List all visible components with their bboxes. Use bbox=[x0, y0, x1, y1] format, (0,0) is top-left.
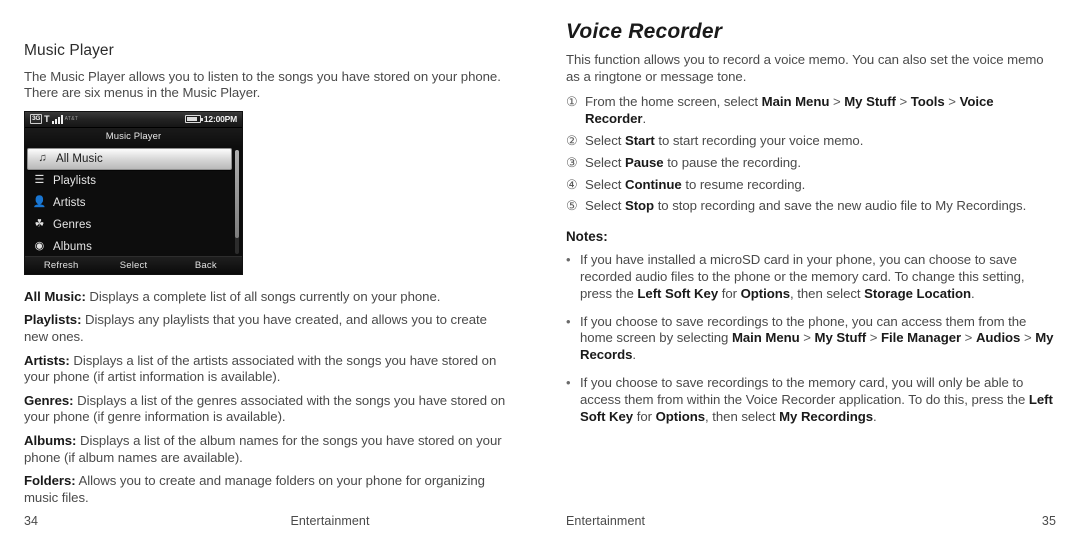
left-page-chapter-label: Entertainment bbox=[290, 514, 370, 528]
phone-menu-item-label: Artists bbox=[53, 196, 86, 209]
step-number: ① bbox=[566, 94, 578, 110]
music-note-icon: ♫ bbox=[38, 152, 47, 165]
phone-menu-item-label: Playlists bbox=[53, 174, 97, 187]
phone-menu-list: ♫ All Music ☰ Playlists 👤 Artists ☘ Genr… bbox=[25, 146, 242, 258]
definition-text: Allows you to create and manage folders … bbox=[24, 473, 485, 505]
notes-heading: Notes: bbox=[566, 229, 608, 245]
step-item: ① From the home screen, select Main Menu… bbox=[566, 94, 1058, 128]
definition-item: Playlists: Displays any playlists that y… bbox=[24, 312, 506, 345]
step-number: ② bbox=[566, 132, 578, 148]
softkey-center[interactable]: Select bbox=[97, 260, 169, 271]
phone-menu-item-all-music[interactable]: ♫ All Music bbox=[27, 147, 232, 170]
phone-scrollbar[interactable] bbox=[235, 149, 239, 254]
definition-text: Displays any playlists that you have cre… bbox=[24, 312, 487, 344]
definition-term: Playlists: bbox=[24, 312, 82, 328]
step-number: ④ bbox=[566, 176, 578, 192]
phone-menu-item-label: Albums bbox=[53, 240, 92, 253]
step-text: Select Stop to stop recording and save t… bbox=[585, 198, 1027, 214]
phone-status-right: 12:00PM bbox=[184, 113, 237, 124]
note-item: • If you choose to save recordings to th… bbox=[566, 375, 1058, 425]
genre-icon: ☘ bbox=[34, 218, 45, 231]
definition-term: All Music: bbox=[24, 288, 86, 304]
softkey-left[interactable]: Refresh bbox=[25, 260, 97, 271]
definition-text: Displays a list of the genres associated… bbox=[24, 392, 506, 425]
definition-item: Artists: Displays a list of the artists … bbox=[24, 353, 506, 386]
phone-menu-item-label: All Music bbox=[56, 152, 103, 165]
step-text: Select Pause to pause the recording. bbox=[585, 154, 801, 170]
definition-text: Displays a complete list of all songs cu… bbox=[85, 288, 441, 304]
definition-text: Displays a list of the artists associate… bbox=[24, 352, 497, 385]
phone-softkey-bar: Refresh Select Back bbox=[25, 255, 242, 274]
step-item: ④ Select Continue to resume recording. bbox=[566, 177, 1058, 194]
page-title: Music Player bbox=[24, 42, 114, 59]
signal-label: T bbox=[44, 113, 50, 124]
right-page-chapter-label: Entertainment bbox=[566, 514, 646, 528]
numbered-steps-list: ① From the home screen, select Main Menu… bbox=[566, 94, 1058, 215]
person-icon: 👤 bbox=[32, 196, 47, 209]
definition-term: Albums: bbox=[24, 432, 77, 448]
definition-list: All Music: Displays a complete list of a… bbox=[24, 289, 506, 507]
list-icon: ☰ bbox=[34, 174, 45, 187]
phone-menu-item-albums[interactable]: ◉ Albums bbox=[25, 236, 242, 258]
phone-menu-item-artists[interactable]: 👤 Artists bbox=[25, 192, 242, 214]
definition-item: All Music: Displays a complete list of a… bbox=[24, 289, 506, 306]
phone-signal-group: 3G T AT&T bbox=[30, 113, 79, 124]
bullet-icon: • bbox=[566, 374, 571, 390]
phone-menu-item-playlists[interactable]: ☰ Playlists bbox=[25, 170, 242, 192]
note-text: If you choose to save recordings to the … bbox=[580, 313, 1054, 363]
phone-status-bar: 3G T AT&T 12:00PM bbox=[25, 111, 242, 128]
disc-icon: ◉ bbox=[34, 240, 45, 253]
step-item: ③ Select Pause to pause the recording. bbox=[566, 155, 1058, 172]
step-number: ③ bbox=[566, 154, 578, 170]
step-text: Select Continue to resume recording. bbox=[585, 176, 806, 192]
notes-list: • If you have installed a microSD card i… bbox=[566, 252, 1058, 425]
left-page: Music Player The Music Player allows you… bbox=[0, 0, 540, 540]
bullet-icon: • bbox=[566, 252, 571, 268]
phone-menu-item-genres[interactable]: ☘ Genres bbox=[25, 214, 242, 236]
step-number: ⑤ bbox=[566, 198, 578, 214]
phone-menu-item-label: Genres bbox=[53, 218, 92, 231]
step-text: Select Start to start recording your voi… bbox=[585, 132, 864, 148]
note-text: If you choose to save recordings to the … bbox=[580, 374, 1053, 424]
status-clock: 12:00PM bbox=[203, 113, 237, 124]
definition-item: Folders: Allows you to create and manage… bbox=[24, 473, 506, 506]
bullet-icon: • bbox=[566, 313, 571, 329]
step-text: From the home screen, select Main Menu >… bbox=[585, 94, 994, 127]
phone-screenshot-figure: 3G T AT&T 12:00PM Music Player ♫ All Mus… bbox=[24, 110, 243, 275]
note-item: • If you choose to save recordings to th… bbox=[566, 314, 1058, 364]
definition-text: Displays a list of the album names for t… bbox=[24, 432, 502, 465]
intro-paragraph: This function allows you to record a voi… bbox=[566, 52, 1044, 84]
step-item: ② Select Start to start recording your v… bbox=[566, 133, 1058, 150]
definition-term: Artists: bbox=[24, 352, 70, 368]
network-badge-icon: 3G bbox=[30, 113, 43, 124]
right-page-number: 35 bbox=[1041, 514, 1056, 528]
battery-icon bbox=[184, 114, 203, 123]
chapter-title: Voice Recorder bbox=[566, 20, 723, 43]
carrier-label: AT&T bbox=[64, 115, 79, 122]
step-item: ⑤ Select Stop to stop recording and save… bbox=[566, 198, 1058, 215]
phone-screen-title: Music Player bbox=[25, 127, 242, 146]
note-text: If you have installed a microSD card in … bbox=[580, 252, 1025, 301]
note-item: • If you have installed a microSD card i… bbox=[566, 252, 1058, 302]
softkey-right[interactable]: Back bbox=[170, 260, 242, 271]
right-page: Voice Recorder This function allows you … bbox=[540, 0, 1080, 540]
definition-term: Genres: bbox=[24, 392, 74, 408]
definition-item: Genres: Displays a list of the genres as… bbox=[24, 393, 506, 426]
signal-bars-icon bbox=[51, 114, 63, 124]
manual-page-spread: Music Player The Music Player allows you… bbox=[0, 0, 1080, 540]
definition-term: Folders: bbox=[24, 473, 76, 489]
intro-paragraph: The Music Player allows you to listen to… bbox=[24, 68, 501, 101]
definition-item: Albums: Displays a list of the album nam… bbox=[24, 433, 506, 466]
